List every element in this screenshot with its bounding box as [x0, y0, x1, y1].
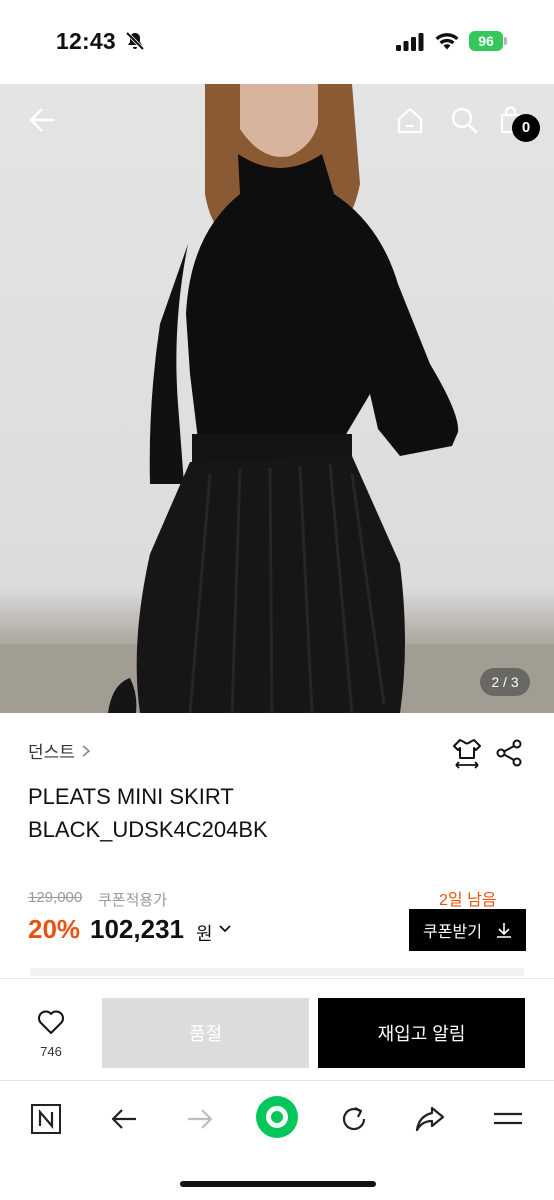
browser-back-button[interactable] — [104, 1099, 144, 1139]
share-page-button[interactable] — [410, 1099, 450, 1139]
product-photo — [0, 84, 554, 713]
soldout-button: 품절 — [102, 998, 309, 1068]
status-time: 12:43 — [56, 28, 116, 54]
home-indicator — [180, 1181, 376, 1187]
back-arrow-icon — [29, 108, 55, 132]
currency-label: 원 — [196, 924, 213, 944]
download-icon — [496, 923, 511, 938]
green-dot-icon — [256, 1096, 298, 1138]
browser-forward-button[interactable] — [180, 1099, 220, 1139]
like-count: 746 — [40, 1044, 62, 1059]
forward-icon — [188, 1109, 213, 1129]
share-arrow-icon — [415, 1106, 445, 1132]
status-bar: 12:43 96 — [0, 0, 554, 84]
heart-icon — [38, 1010, 64, 1034]
purchase-action-bar: 746 품절 재입고 알림 — [0, 978, 554, 1080]
product-title-line1: PLEATS MINI SKIRT — [28, 784, 234, 809]
back-icon — [111, 1109, 136, 1129]
cart-count-badge: 0 — [512, 114, 540, 142]
days-left-label: 2일 남음 — [439, 892, 497, 909]
brand-link[interactable]: 던스트 — [28, 738, 93, 763]
brand-name: 던스트 — [28, 743, 75, 762]
get-coupon-button[interactable]: 쿠폰받기 — [409, 909, 526, 951]
product-image-carousel[interactable]: 0 2 / 3 — [0, 84, 554, 713]
signal-icon — [396, 33, 424, 51]
refresh-button[interactable] — [334, 1099, 374, 1139]
naver-home-button[interactable] — [26, 1099, 66, 1139]
size-guide-icon[interactable] — [450, 736, 484, 770]
bell-slash-icon — [125, 31, 145, 51]
original-price: 129,000 — [28, 889, 83, 906]
wifi-icon — [435, 33, 459, 50]
price-detail-chevron-icon[interactable] — [218, 922, 232, 936]
browser-menu-button[interactable] — [488, 1099, 528, 1139]
image-pager: 2 / 3 — [480, 668, 530, 696]
get-coupon-label: 쿠폰받기 — [423, 924, 482, 941]
restock-alert-button[interactable]: 재입고 알림 — [318, 998, 525, 1068]
section-divider — [30, 968, 524, 976]
home-icon — [397, 107, 423, 134]
home-button[interactable] — [392, 102, 428, 138]
battery-level: 96 — [478, 33, 494, 49]
discount-rate: 20% — [28, 914, 81, 944]
sale-price: 102,231 — [90, 914, 184, 944]
product-title-line2: BLACK_UDSK4C204BK — [28, 817, 268, 842]
naver-n-icon — [31, 1104, 61, 1134]
refresh-icon — [342, 1107, 366, 1131]
menu-icon — [494, 1112, 522, 1125]
search-button[interactable] — [446, 102, 482, 138]
back-button[interactable] — [24, 102, 60, 138]
coupon-price-label: 쿠폰적용가 — [98, 892, 168, 909]
share-icon[interactable] — [494, 738, 524, 768]
search-icon — [451, 107, 478, 134]
green-dot-button[interactable] — [254, 1094, 300, 1140]
like-button[interactable]: 746 — [26, 1009, 76, 1059]
battery-icon: 96 — [469, 31, 507, 51]
product-title: PLEATS MINI SKIRT BLACK_UDSK4C204BK — [28, 780, 498, 846]
chevron-right-icon — [82, 744, 91, 757]
